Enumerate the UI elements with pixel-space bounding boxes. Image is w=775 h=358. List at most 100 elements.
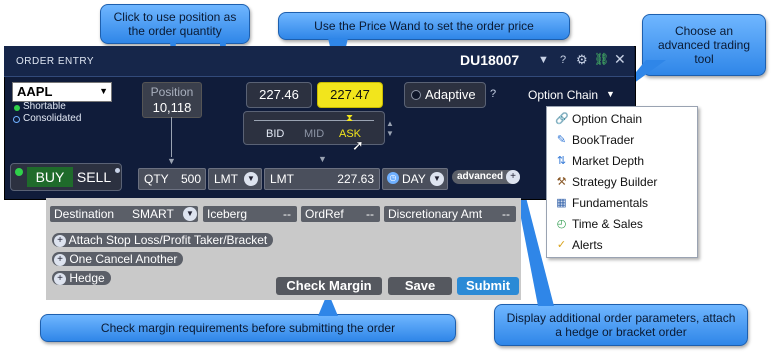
menu-item-time-sales[interactable]: ◴ Time & Sales [547, 214, 697, 235]
save-button[interactable]: Save [388, 277, 452, 295]
help-icon[interactable]: ? [560, 54, 566, 66]
buy-indicator-icon [15, 168, 23, 176]
adaptive-button[interactable]: Adaptive [404, 82, 486, 108]
iceberg-value: -- [283, 207, 291, 221]
submit-button[interactable]: Submit [457, 277, 519, 295]
destination-label: Destination [54, 207, 115, 221]
buy-button[interactable]: BUY [27, 167, 73, 187]
order-type-select[interactable]: LMT ▼ [208, 168, 262, 190]
title-bar: ORDER ENTRY DU18007 ▼ ? ⚙ ⛓ ✕ [4, 46, 634, 77]
menu-item-market-depth[interactable]: ⇅ Market Depth [547, 151, 697, 172]
advanced-label: advanced [457, 171, 504, 182]
order-type-value: LMT [214, 172, 238, 186]
callout-position-qty-text: Click to use position as the order quant… [113, 10, 237, 38]
symbol-dropdown-icon[interactable]: ▼ [99, 86, 108, 96]
bid-price[interactable]: 227.46 [246, 82, 312, 108]
tif-value: DAY [402, 172, 426, 186]
gear-icon[interactable]: ⚙ [576, 52, 588, 68]
callout-price-wand: Use the Price Wand to set the order pric… [278, 12, 570, 40]
order-type-dropdown-icon[interactable]: ▼ [244, 172, 258, 186]
menu-item-fundamentals[interactable]: ▦ Fundamentals [547, 193, 697, 214]
destination-dropdown-icon[interactable]: ▼ [183, 207, 197, 221]
callout-position-qty: Click to use position as the order quant… [100, 4, 250, 44]
shortable-label: Shortable [23, 101, 66, 112]
check-margin-button[interactable]: Check Margin [276, 277, 382, 295]
consolidated-refresh-icon[interactable] [13, 116, 20, 123]
account-id[interactable]: DU18007 [460, 52, 519, 68]
ask-price[interactable]: 227.47 [317, 82, 383, 108]
position-button[interactable]: Position 10,118 [142, 82, 202, 118]
limit-price-field[interactable]: LMT 227.63 [264, 168, 380, 190]
ordref-field[interactable]: OrdRef -- [301, 206, 380, 222]
callout-advanced-params: Display additional order parameters, att… [494, 304, 748, 346]
consolidated-label: Consolidated [23, 113, 82, 124]
hedge-plus-icon: + [54, 272, 66, 285]
option-chain-selector[interactable]: Option Chain [528, 88, 598, 102]
hedge-label: Hedge [69, 271, 105, 285]
fundamentals-icon: ▦ [556, 197, 567, 209]
buy-sell-toggle[interactable]: BUY SELL [10, 163, 122, 191]
ordref-label: OrdRef [305, 207, 344, 221]
iceberg-field[interactable]: Iceberg -- [203, 206, 297, 222]
discretionary-amt-value: -- [502, 207, 510, 221]
advanced-tools-menu: 🔗 Option Chain ✎ BookTrader ⇅ Market Dep… [546, 106, 698, 258]
adaptive-radio-icon [411, 90, 421, 100]
wand-bid-label[interactable]: BID [266, 128, 284, 140]
booktrader-icon: ✎ [556, 134, 567, 146]
time-in-force-select[interactable]: ◷ DAY ▼ [382, 168, 448, 190]
window-title: ORDER ENTRY [16, 56, 95, 67]
option-chain-caret-icon[interactable]: ▼ [606, 89, 615, 99]
alerts-icon: ✓ [556, 239, 567, 251]
destination-select[interactable]: Destination SMART ▼ [50, 206, 198, 222]
menu-item-booktrader[interactable]: ✎ BookTrader [547, 130, 697, 151]
tif-dropdown-icon[interactable]: ▼ [430, 172, 444, 186]
callout-price-wand-text: Use the Price Wand to set the order pric… [314, 19, 534, 33]
menu-item-alerts[interactable]: ✓ Alerts [547, 235, 697, 256]
advanced-expand-icon[interactable]: + [506, 170, 520, 184]
discretionary-amt-field[interactable]: Discretionary Amt -- [384, 206, 516, 222]
quantity-value[interactable]: 500 [181, 169, 201, 189]
strategy-builder-icon: ⚒ [556, 176, 567, 188]
discretionary-amt-label: Discretionary Amt [388, 207, 483, 221]
sell-button[interactable]: SELL [73, 167, 115, 187]
wand-down-arrow-icon[interactable]: ▼ [386, 129, 394, 138]
position-arrowhead-icon: ▼ [167, 156, 176, 166]
symbol-value: AAPL [17, 84, 53, 99]
destination-value: SMART [132, 207, 174, 221]
callout-advanced-tool-text: Choose an advanced trading tool [657, 24, 751, 66]
advanced-toggle[interactable]: advanced + [452, 170, 520, 184]
adaptive-label: Adaptive [425, 87, 476, 102]
price-wand-track[interactable] [254, 120, 374, 121]
attach-bracket-plus-icon: + [54, 234, 66, 247]
attach-bracket-button[interactable]: + Attach Stop Loss/Profit Taker/Bracket [52, 233, 274, 247]
position-arrow [171, 117, 172, 157]
wand-mid-label[interactable]: MID [304, 128, 324, 140]
attach-bracket-label: Attach Stop Loss/Profit Taker/Bracket [68, 233, 268, 247]
callout-advanced-tool: Choose an advanced trading tool [642, 14, 766, 76]
one-cancel-another-button[interactable]: + One Cancel Another [52, 252, 184, 266]
menu-item-option-chain[interactable]: 🔗 Option Chain [547, 109, 697, 130]
shortable-dot-icon [14, 105, 20, 111]
close-icon[interactable]: ✕ [614, 51, 626, 68]
account-caret-icon[interactable]: ▼ [538, 54, 549, 66]
price-wand-marker-icon[interactable]: ⧗ [346, 113, 353, 124]
hedge-button[interactable]: + Hedge [52, 271, 111, 285]
iceberg-label: Iceberg [207, 207, 248, 221]
ordref-value: -- [366, 207, 374, 221]
mouse-cursor-icon: ➚ [352, 137, 364, 153]
oca-label: One Cancel Another [69, 252, 178, 266]
callout-advanced-params-text: Display additional order parameters, att… [506, 311, 736, 339]
oca-plus-icon: + [54, 253, 66, 266]
time-sales-icon: ◴ [556, 218, 567, 230]
limit-price-value[interactable]: 227.63 [337, 169, 374, 189]
link-icon[interactable]: ⛓ [594, 52, 609, 66]
menu-item-strategy-builder[interactable]: ⚒ Strategy Builder [547, 172, 697, 193]
position-label: Position [150, 85, 194, 99]
symbol-input[interactable]: AAPL ▼ [12, 82, 112, 102]
adaptive-help-icon[interactable]: ? [490, 88, 496, 100]
callout-check-margin: Check margin requirements before submitt… [40, 314, 456, 342]
quantity-field[interactable]: QTY 500 [138, 168, 206, 190]
wand-up-arrow-icon[interactable]: ▲ [386, 119, 394, 128]
sell-indicator-icon [115, 168, 120, 173]
quantity-label: QTY [144, 172, 169, 186]
